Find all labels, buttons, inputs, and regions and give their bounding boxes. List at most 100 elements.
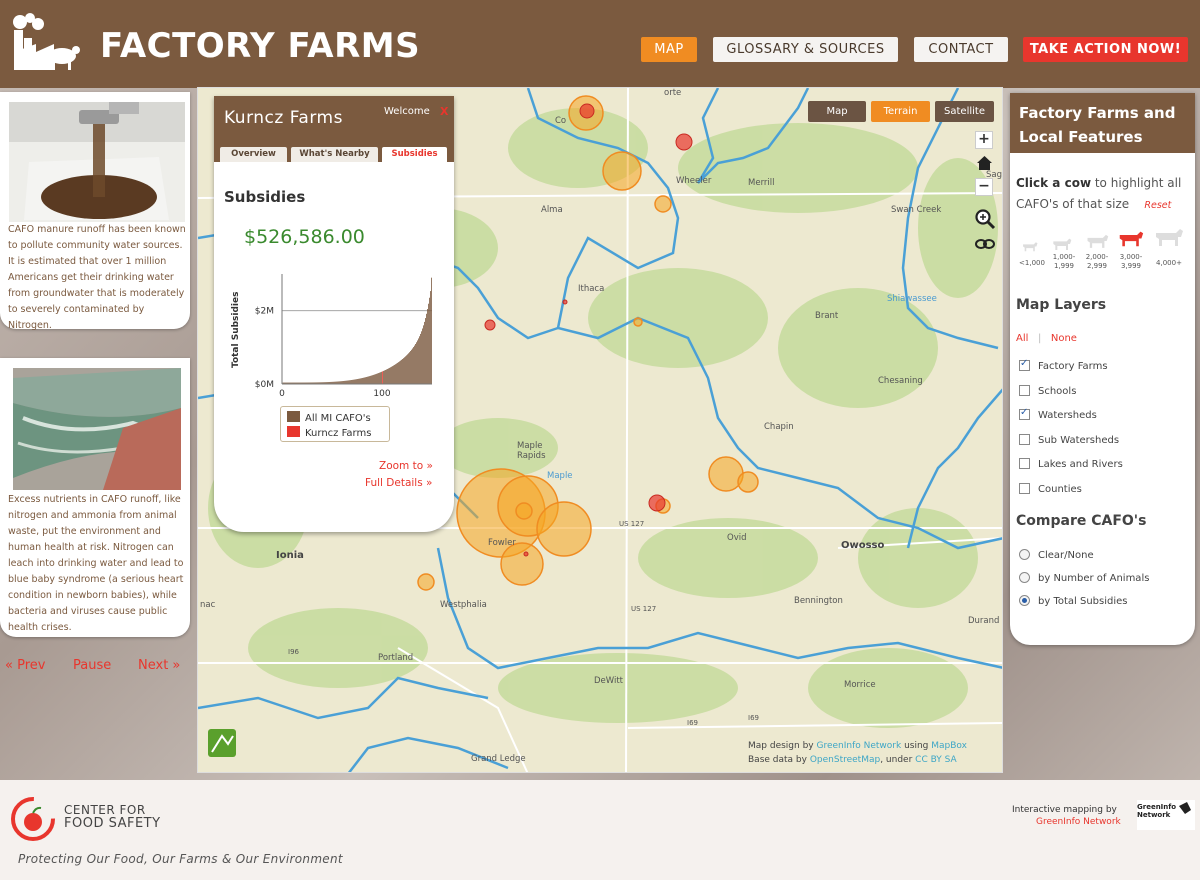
bar xyxy=(402,359,403,384)
layer-checkbox-row[interactable]: Sub Watersheds xyxy=(1019,433,1119,446)
compare-radio-row[interactable]: by Number of Animals xyxy=(1019,572,1149,584)
map-label: Grand Ledge xyxy=(471,754,526,764)
bar xyxy=(380,372,381,384)
slide-text: Excess nutrients in CAFO runoff, like ni… xyxy=(8,494,184,633)
close-icon[interactable]: X xyxy=(440,105,448,118)
slide-pause-link[interactable]: Pause xyxy=(73,658,111,673)
tab-subsidies[interactable]: Subsidies xyxy=(382,147,447,162)
all-none-links: All | None xyxy=(1016,333,1077,344)
layer-checkbox[interactable] xyxy=(1019,384,1030,396)
subsidies-chart: Total Subsidies $0M $2M 0 100 xyxy=(231,274,432,399)
reset-link[interactable]: Reset xyxy=(1144,200,1171,211)
bar xyxy=(422,328,423,384)
cow-icon-size-4[interactable] xyxy=(1118,229,1144,248)
bar xyxy=(359,378,360,384)
nav-contact-button[interactable]: CONTACT xyxy=(914,37,1008,62)
zoom-area-icon[interactable] xyxy=(974,208,996,230)
cow-instruction: Click a cow to highlight all CAFO's of t… xyxy=(1016,176,1182,211)
cow-label: 4,000+ xyxy=(1156,259,1182,267)
zoom-to-link[interactable]: Zoom to » xyxy=(379,460,433,472)
bar xyxy=(411,349,412,384)
tab-whats-nearby[interactable]: What's Nearby xyxy=(291,147,378,162)
layer-checkbox[interactable] xyxy=(1019,482,1030,494)
cow-icon-size-3[interactable] xyxy=(1086,233,1109,249)
bar xyxy=(357,379,358,384)
compare-radio-row[interactable]: Clear/None xyxy=(1019,549,1094,561)
none-link[interactable]: None xyxy=(1051,333,1077,344)
x-tick-label: 100 xyxy=(373,389,390,399)
bar xyxy=(347,380,348,384)
bar xyxy=(403,358,404,384)
greeninfo-link[interactable]: GreenInfo Network xyxy=(816,741,901,751)
layer-checkbox-row[interactable]: Schools xyxy=(1019,384,1076,397)
take-action-button[interactable]: TAKE ACTION NOW! xyxy=(1023,37,1188,62)
compare-radio[interactable] xyxy=(1019,595,1030,606)
link-icon[interactable] xyxy=(975,238,995,250)
compare-radio-row[interactable]: by Total Subsidies xyxy=(1019,595,1128,607)
legend-item: All MI CAFO's xyxy=(287,411,371,424)
bar xyxy=(354,379,355,384)
site-footer: CENTER FOR FOOD SAFETY Protecting Our Fo… xyxy=(0,780,1200,880)
full-details-link[interactable]: Full Details » xyxy=(365,477,432,489)
layer-checkbox[interactable] xyxy=(1019,458,1030,469)
all-link[interactable]: All xyxy=(1016,333,1028,344)
compare-title: Compare CAFO's xyxy=(1016,513,1147,529)
cfs-logo-icon[interactable] xyxy=(10,796,56,842)
bar xyxy=(406,355,407,384)
welcome-link[interactable]: Welcome xyxy=(384,106,430,117)
bar xyxy=(414,345,415,384)
bar xyxy=(366,376,367,384)
bar xyxy=(374,374,375,384)
layer-checkbox[interactable] xyxy=(1019,358,1030,371)
map-label: Ithaca xyxy=(578,284,605,294)
map-type-terrain-button[interactable]: Terrain xyxy=(871,101,930,122)
site-header: FACTORY FARMS MAP GLOSSARY & SOURCES CON… xyxy=(0,0,1200,88)
compare-radio[interactable] xyxy=(1019,549,1030,560)
nav-map-button[interactable]: MAP xyxy=(641,37,697,62)
greeninfo-badge-icon xyxy=(208,729,236,757)
map-label: Bennington xyxy=(794,596,843,606)
zoom-out-button[interactable]: − xyxy=(975,178,993,196)
cc-by-sa-link[interactable]: CC BY SA xyxy=(915,755,957,765)
bar xyxy=(353,379,354,384)
info-panel-header: Kurncz Farms Welcome X Overview What's N… xyxy=(214,96,454,162)
map-type-map-button[interactable]: Map xyxy=(808,101,866,122)
bar xyxy=(391,366,392,384)
layer-checkbox-row[interactable]: Watersheds xyxy=(1019,407,1097,421)
compare-radio[interactable] xyxy=(1019,572,1030,583)
mapbox-link[interactable]: MapBox xyxy=(931,741,967,751)
cow-icon-size-2[interactable] xyxy=(1052,237,1072,251)
map-label: I69 xyxy=(687,719,698,727)
bar xyxy=(420,333,421,384)
y-axis-label: Total Subsidies xyxy=(231,292,241,368)
legend-item: Kurncz Farms xyxy=(287,426,371,439)
bar xyxy=(409,352,410,384)
bar xyxy=(377,373,378,384)
layer-checkbox[interactable] xyxy=(1019,433,1030,445)
factory-cow-logo-icon[interactable] xyxy=(10,12,80,74)
greeninfo-footer-link[interactable]: GreenInfo Network xyxy=(1036,817,1121,827)
layer-checkbox-row[interactable]: Factory Farms xyxy=(1019,358,1108,372)
map-label: Brant xyxy=(815,311,839,321)
bar xyxy=(369,376,370,384)
faucet-photo xyxy=(9,102,185,222)
cow-icon-size-5[interactable] xyxy=(1154,226,1184,248)
zoom-in-button[interactable]: + xyxy=(975,131,993,149)
layer-checkbox-row[interactable]: Lakes and Rivers xyxy=(1019,458,1123,470)
nav-glossary-button[interactable]: GLOSSARY & SOURCES xyxy=(713,37,898,62)
bar xyxy=(365,377,366,384)
map-label: Owosso xyxy=(841,540,885,551)
bar xyxy=(393,365,394,384)
layer-checkbox-row[interactable]: Counties xyxy=(1019,482,1082,495)
cow-icon-size-1[interactable] xyxy=(1022,241,1038,252)
tab-overview[interactable]: Overview xyxy=(220,147,287,162)
map-type-satellite-button[interactable]: Satellite xyxy=(935,101,994,122)
layer-checkbox[interactable] xyxy=(1019,407,1030,420)
bar xyxy=(400,360,401,384)
slide-prev-link[interactable]: « Prev xyxy=(5,658,45,673)
openstreetmap-link[interactable]: OpenStreetMap xyxy=(810,755,880,765)
home-icon[interactable] xyxy=(976,154,993,171)
map-label: Fowler xyxy=(488,538,516,548)
slide-next-link[interactable]: Next » xyxy=(138,658,180,673)
bar xyxy=(407,354,408,384)
